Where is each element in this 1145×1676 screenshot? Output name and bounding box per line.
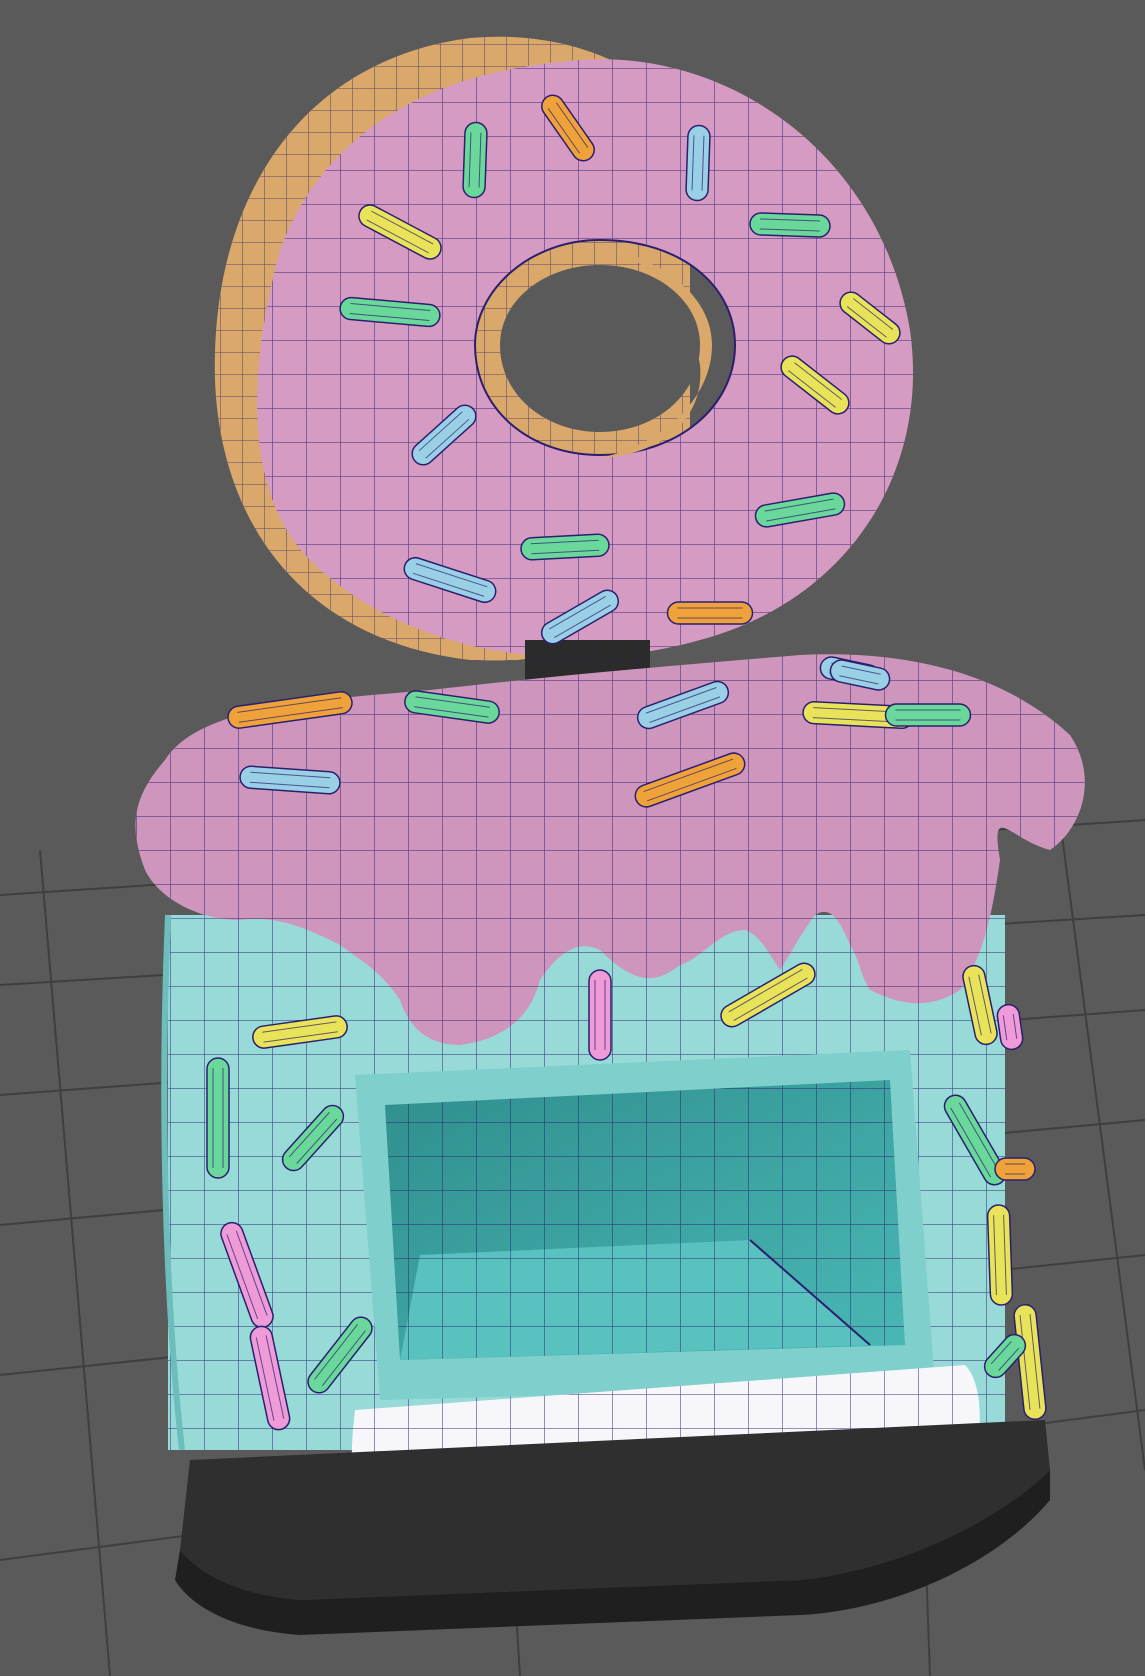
sprinkle-1 — [462, 121, 488, 199]
3d-viewport[interactable] — [0, 0, 1145, 1676]
sprinkle-37 — [1013, 1304, 1047, 1420]
sprinkle-27 — [206, 1057, 230, 1179]
sprinkle-35 — [994, 1157, 1036, 1181]
sprinkle-10 — [520, 533, 610, 561]
sprinkle-24 — [588, 969, 612, 1061]
cake-base — [175, 1420, 1050, 1635]
sprinkle-21 — [884, 703, 972, 727]
cake-opening — [355, 1050, 935, 1400]
sprinkle-3 — [685, 124, 711, 202]
viewport-canvas[interactable] — [0, 0, 1145, 1676]
sprinkle-14 — [666, 601, 754, 625]
sprinkle-36 — [986, 1204, 1014, 1306]
sprinkle-4 — [749, 212, 831, 238]
donut-hole — [500, 265, 700, 432]
